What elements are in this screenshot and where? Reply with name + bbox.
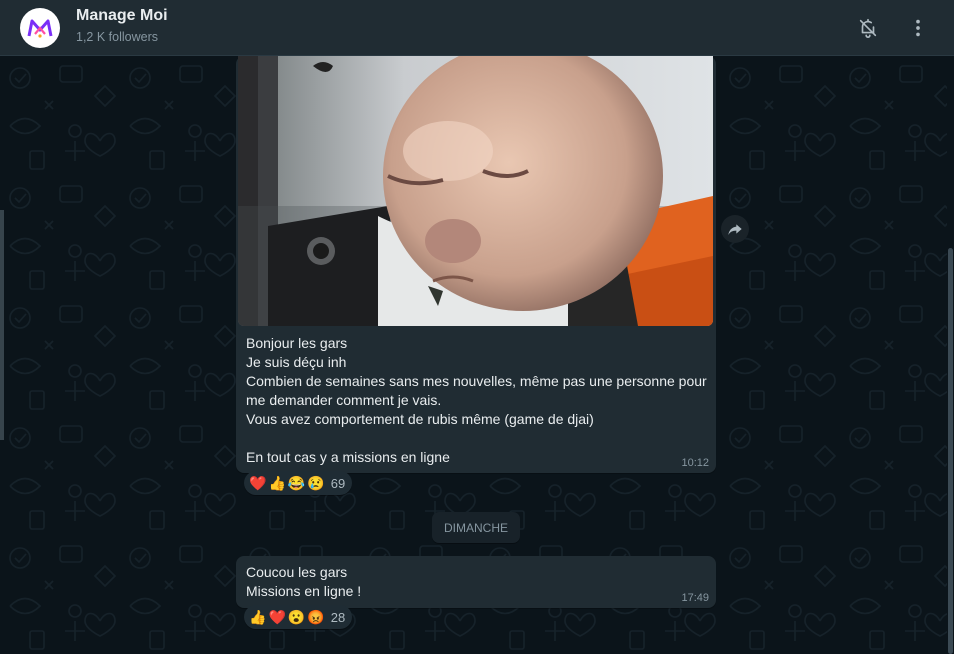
reaction-laugh[interactable]: 😂 [288, 475, 305, 491]
reaction-surprised[interactable]: 😮 [288, 609, 305, 625]
reaction-heart[interactable]: ❤️ [268, 609, 285, 625]
reaction-thumbs-up[interactable]: 👍 [268, 475, 285, 491]
forward-button[interactable] [721, 215, 749, 243]
bell-off-icon[interactable] [856, 16, 880, 40]
manage-moi-logo-icon [27, 19, 53, 38]
message-text: Bonjour les gars Je suis déçu inh Combie… [246, 335, 707, 465]
scrollbar-thumb[interactable] [948, 248, 953, 654]
baby-photo-icon [238, 56, 713, 326]
channel-title[interactable]: Manage Moi [76, 7, 168, 25]
reactions-bar[interactable]: 👍 ❤️ 😮 😡 28 [244, 605, 353, 629]
message-text: Coucou les gars Missions en ligne ! [246, 564, 362, 599]
forward-icon [728, 224, 742, 235]
more-vertical-icon[interactable] [906, 16, 930, 40]
reaction-sad[interactable]: 😢 [307, 475, 324, 491]
chatlist-scroll-edge [0, 210, 4, 440]
message-time: 17:49 [681, 592, 709, 604]
reaction-thumbs-up[interactable]: 👍 [249, 609, 266, 625]
message-photo[interactable] [238, 56, 713, 326]
chat-header: Manage Moi 1,2 K followers [0, 0, 954, 56]
channel-avatar[interactable] [20, 8, 60, 48]
reaction-angry[interactable]: 😡 [307, 609, 324, 625]
message-time: 10:12 [681, 457, 709, 469]
reaction-count: 69 [330, 475, 346, 491]
reactions-bar[interactable]: ❤️ 👍 😂 😢 69 [244, 471, 353, 495]
reaction-count: 28 [330, 609, 346, 625]
message-bubble[interactable]: Coucou les gars Missions en ligne ! 17:4… [236, 556, 716, 608]
reaction-heart[interactable]: ❤️ [249, 475, 266, 491]
message-bubble[interactable]: Bonjour les gars Je suis déçu inh Combie… [236, 56, 716, 473]
day-separator: DIMANCHE [432, 512, 520, 543]
followers-count: 1,2 K followers [76, 30, 158, 44]
